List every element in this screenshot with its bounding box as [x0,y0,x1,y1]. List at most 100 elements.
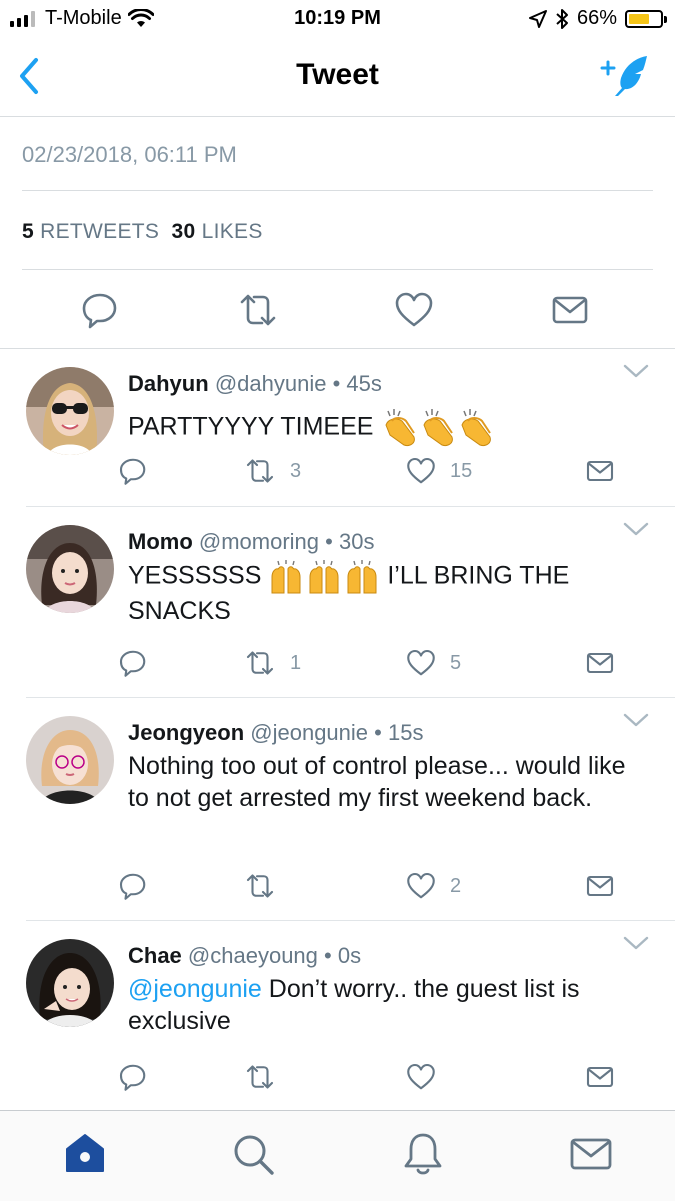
retweets-label[interactable]: RETWEETS [40,220,159,243]
likes-label[interactable]: LIKES [202,220,263,243]
divider [22,269,653,270]
mention-link[interactable]: @jeongunie [128,975,262,1003]
raising-hands-emoji [268,559,380,595]
tweet-timestamp: 02/23/2018, 06:11 PM [22,142,237,167]
avatar[interactable] [26,525,114,613]
retweet-icon[interactable] [244,648,276,678]
message-icon[interactable] [584,871,616,901]
bullet-separator: • [332,371,341,396]
like-icon[interactable] [406,648,436,678]
reply-action[interactable] [118,1061,148,1093]
like-count: 5 [450,651,462,674]
reply-icon[interactable] [118,1062,148,1092]
like-icon[interactable] [394,290,434,330]
status-bar: T-Mobile 10:19 PM 66% [0,0,675,38]
reply-actions [0,1061,675,1097]
like-count: 15 [450,459,473,482]
message-action[interactable] [584,870,616,902]
battery-percent: 66% [576,7,617,29]
like-count: 2 [450,874,462,897]
message-action[interactable] [584,1061,616,1093]
nav-bar: Tweet [0,38,675,117]
retweet-action[interactable]: 3 [244,455,301,487]
retweet-icon[interactable] [244,871,276,901]
divider [0,348,675,349]
message-action[interactable] [584,455,616,487]
clapping-hands-emoji [380,407,498,449]
reply-handle[interactable]: @momoring [199,529,319,554]
avatar[interactable] [26,367,114,455]
reply-handle[interactable]: @chaeyoung [188,943,318,968]
avatar[interactable] [26,939,114,1027]
divider [22,190,653,191]
message-icon[interactable] [584,456,616,486]
reply-header: Momo @momoring • 30s [128,529,374,555]
reply-author-name[interactable]: Dahyun [128,371,209,396]
retweet-icon[interactable] [244,456,276,486]
reply-actions: 3 15 [0,455,675,491]
retweet-action[interactable]: 1 [244,647,301,679]
divider [26,506,675,507]
reply-action[interactable] [118,870,148,902]
like-icon[interactable] [406,456,436,486]
like-action[interactable]: 5 [406,647,461,679]
tab-bar [0,1110,675,1201]
chevron-down-icon[interactable] [623,521,649,537]
retweet-icon[interactable] [244,1062,276,1092]
message-icon[interactable] [584,1062,616,1092]
reply-time: 0s [337,943,362,968]
location-icon [528,9,547,28]
reply-icon[interactable] [118,648,148,678]
reply-text: PARTTYYYY TIMEEE [128,407,648,449]
search-icon[interactable] [230,1131,276,1177]
bluetooth-icon [556,8,568,29]
bullet-separator: • [325,529,333,554]
like-icon[interactable] [406,871,436,901]
retweet-action[interactable] [244,870,276,902]
chevron-down-icon[interactable] [623,363,649,379]
retweet-count: 1 [290,651,302,674]
reply-icon[interactable] [118,456,148,486]
page-title: Tweet [296,58,379,91]
reply-time: 45s [346,371,382,396]
notifications-icon[interactable] [400,1131,446,1177]
message-action[interactable] [584,647,616,679]
reply-actions: 1 5 [0,647,675,683]
divider [26,697,675,698]
reply-icon[interactable] [80,290,120,330]
retweets-count[interactable]: 5 [22,220,34,243]
reply-body: PARTTYYYY TIMEEE [128,412,374,441]
reply-author-name[interactable]: Jeongyeon [128,720,244,745]
messages-icon[interactable] [568,1131,614,1177]
retweet-icon[interactable] [238,290,278,330]
tweet-stats: 5 RETWEETS 30 LIKES [22,220,263,244]
like-icon[interactable] [406,1062,436,1092]
like-action[interactable] [406,1061,436,1093]
chevron-down-icon[interactable] [623,935,649,951]
bullet-separator: • [324,943,332,968]
reply-handle[interactable]: @dahyunie [215,371,327,396]
like-action[interactable]: 2 [406,870,461,902]
reply-action[interactable] [118,647,148,679]
like-action[interactable]: 15 [406,455,472,487]
reply-author-name[interactable]: Chae [128,943,182,968]
message-icon[interactable] [550,290,590,330]
home-icon[interactable] [62,1131,108,1177]
reply-icon[interactable] [118,871,148,901]
chevron-down-icon[interactable] [623,712,649,728]
reply-handle[interactable]: @jeongunie [250,720,368,745]
likes-count[interactable]: 30 [171,220,195,243]
compose-tweet-icon[interactable] [599,52,653,98]
divider [26,920,675,921]
message-icon[interactable] [584,648,616,678]
retweet-action[interactable] [244,1061,276,1093]
reply-action[interactable] [118,455,148,487]
reply-text: @jeongunie Don’t worry.. the guest list … [128,973,648,1037]
bullet-separator: • [374,720,382,745]
reply-body-start: YESSSSSS [128,561,262,590]
tweet-actions [0,285,675,335]
reply-time: 30s [338,529,375,554]
reply-header: Chae @chaeyoung • 0s [128,943,361,969]
avatar[interactable] [26,716,114,804]
reply-author-name[interactable]: Momo [128,529,193,554]
